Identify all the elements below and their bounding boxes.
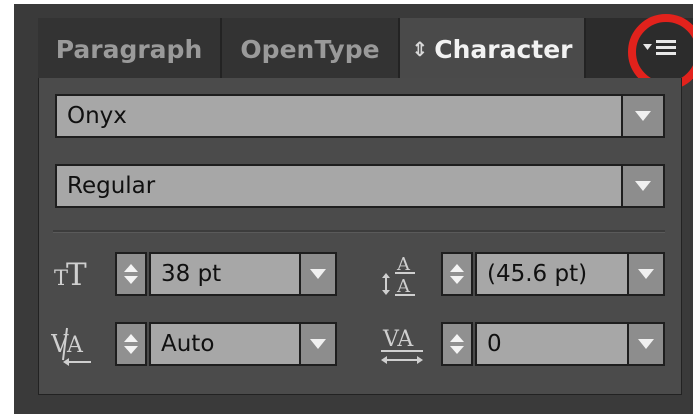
tracking-stepper[interactable]: [441, 322, 473, 366]
chevron-down-icon[interactable]: [621, 96, 663, 136]
kerning-stepper[interactable]: [115, 322, 147, 366]
font-style-dropdown[interactable]: Regular: [55, 164, 665, 208]
tab-character[interactable]: ⇕ Character: [400, 18, 584, 80]
font-size-icon: T T: [54, 257, 87, 293]
tab-label: OpenType: [240, 34, 380, 64]
svg-text:T: T: [66, 257, 87, 293]
panel-content: Onyx Regular T T 38 pt A A (45.6 pt) V A: [38, 78, 682, 395]
tracking-value: 0: [487, 331, 502, 357]
font-size-stepper[interactable]: [115, 252, 147, 296]
tab-opentype[interactable]: OpenType: [222, 18, 398, 80]
svg-text:A: A: [396, 254, 411, 275]
tab-label: Paragraph: [55, 34, 203, 64]
font-family-dropdown[interactable]: Onyx: [55, 94, 665, 138]
tab-label: Character: [434, 34, 573, 64]
font-style-value: Regular: [67, 173, 156, 199]
chevron-down-icon[interactable]: [627, 324, 663, 364]
font-family-value: Onyx: [67, 103, 127, 129]
panel-tab-bar: Paragraph OpenType ⇕ Character: [38, 18, 693, 80]
tracking-field[interactable]: 0: [475, 322, 665, 366]
chevron-down-icon[interactable]: [621, 166, 663, 206]
leading-stepper[interactable]: [441, 252, 473, 296]
kerning-icon: V A: [51, 327, 91, 366]
chevron-down-icon[interactable]: [299, 254, 335, 294]
svg-text:A: A: [66, 333, 84, 358]
leading-field[interactable]: (45.6 pt): [475, 252, 665, 296]
leading-value: (45.6 pt): [487, 261, 588, 287]
chevron-down-icon[interactable]: [299, 324, 335, 364]
tab-separator: [584, 18, 586, 80]
section-divider: [53, 230, 665, 233]
tracking-icon: VA: [381, 327, 423, 364]
leading-icon: A A: [382, 254, 415, 297]
kerning-field[interactable]: Auto: [149, 322, 337, 366]
kerning-value: Auto: [161, 331, 215, 357]
chevron-down-icon[interactable]: [627, 254, 663, 294]
font-size-field[interactable]: 38 pt: [149, 252, 337, 296]
tab-collapse-arrows-icon: ⇕: [411, 37, 429, 61]
font-size-value: 38 pt: [161, 261, 222, 287]
svg-text:A: A: [396, 276, 411, 297]
svg-text:VA: VA: [382, 327, 414, 352]
tab-paragraph[interactable]: Paragraph: [38, 18, 220, 80]
